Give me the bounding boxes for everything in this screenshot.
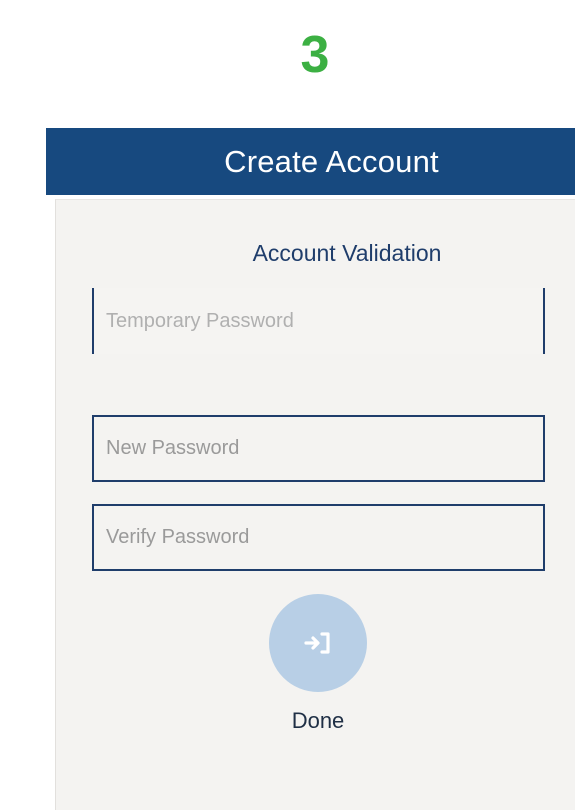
temporary-password-input[interactable] (94, 288, 543, 354)
sign-in-icon (304, 632, 330, 654)
new-password-field (92, 415, 545, 482)
account-validation-panel: Account Validation Done (55, 199, 575, 810)
create-account-page: 3 Create Account Account Validation Done (0, 0, 575, 810)
step-number: 3 (300, 26, 330, 84)
header-title: Create Account (224, 143, 439, 179)
done-label: Done (291, 708, 345, 733)
header-bar: Create Account (46, 128, 575, 195)
done-button[interactable] (269, 594, 367, 692)
section-title: Account Validation (252, 240, 442, 266)
verify-password-field (92, 504, 545, 571)
new-password-input[interactable] (94, 417, 543, 480)
verify-password-input[interactable] (94, 506, 543, 569)
temporary-password-field (92, 288, 545, 354)
